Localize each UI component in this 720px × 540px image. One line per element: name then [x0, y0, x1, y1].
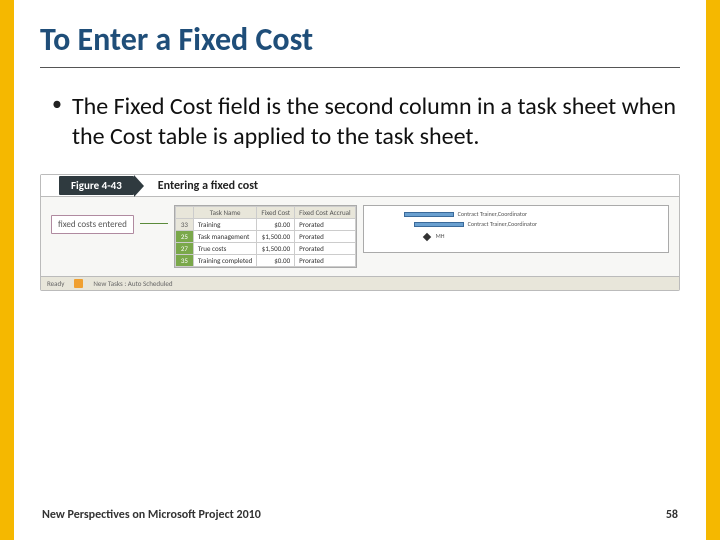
callout-connector [140, 223, 168, 224]
footer-book-title: New Perspectives on Microsoft Project 20… [42, 508, 261, 522]
table-row: 33 Training $0.00 Prorated [175, 219, 355, 231]
callout-label: fixed costs entered [51, 215, 134, 234]
cell-cost: $1,500.00 [257, 243, 295, 255]
right-accent-stripe [706, 0, 720, 540]
col-fixedcost: Fixed Cost [257, 207, 295, 219]
cell-cost: $0.00 [257, 255, 295, 267]
row-num: 33 [175, 219, 193, 231]
col-rownum [175, 207, 193, 219]
figure-body: fixed costs entered Task Name Fixed Cost… [41, 197, 679, 276]
table-row: 27 True costs $1,500.00 Prorated [175, 243, 355, 255]
gantt-bar [404, 212, 454, 217]
footer-page-number: 58 [666, 508, 678, 522]
gantt-resource-label: Contract Trainer,Coordinator [458, 210, 527, 218]
bullet-text: The Fixed Cost field is the second colum… [72, 92, 680, 152]
table-row: 25 Task management $1,500.00 Prorated [175, 231, 355, 243]
cell-name: True costs [193, 243, 256, 255]
col-taskname: Task Name [193, 207, 256, 219]
cell-cost: $0.00 [257, 219, 295, 231]
gantt-chart: Contract Trainer,Coordinator Contract Tr… [363, 205, 669, 253]
bullet-item: • The Fixed Cost field is the second col… [52, 92, 680, 152]
gantt-milestone-label: MH [436, 232, 445, 240]
gantt-bar [414, 222, 464, 227]
figure-badge-tail [134, 175, 144, 197]
task-mode-icon [74, 279, 83, 288]
status-task-mode: New Tasks : Auto Scheduled [93, 279, 172, 288]
cell-accrual: Prorated [295, 219, 355, 231]
slide-footer: New Perspectives on Microsoft Project 20… [42, 508, 678, 522]
cell-accrual: Prorated [295, 255, 355, 267]
figure-number-badge: Figure 4-43 [59, 176, 134, 195]
slide-title: To Enter a Fixed Cost [40, 20, 680, 68]
cell-accrual: Prorated [295, 243, 355, 255]
row-num: 35 [175, 255, 193, 267]
cell-name: Training [193, 219, 256, 231]
row-num: 27 [175, 243, 193, 255]
gantt-milestone-icon [422, 233, 430, 241]
figure-container: Figure 4-43 Entering a fixed cost fixed … [40, 174, 680, 291]
figure-header: Figure 4-43 Entering a fixed cost [41, 175, 679, 197]
status-ready: Ready [47, 279, 64, 288]
left-accent-stripe [0, 0, 14, 540]
col-accrual: Fixed Cost Accrual [295, 207, 355, 219]
cost-table: Task Name Fixed Cost Fixed Cost Accrual … [174, 205, 357, 268]
gantt-resource-label: Contract Trainer,Coordinator [468, 220, 537, 228]
status-bar: Ready New Tasks : Auto Scheduled [41, 276, 679, 290]
table-row: 35 Training completed $0.00 Prorated [175, 255, 355, 267]
cell-accrual: Prorated [295, 231, 355, 243]
bullet-marker: • [52, 92, 62, 152]
table-header-row: Task Name Fixed Cost Fixed Cost Accrual [175, 207, 355, 219]
cell-name: Training completed [193, 255, 256, 267]
slide-content: To Enter a Fixed Cost • The Fixed Cost f… [40, 20, 680, 520]
cell-cost: $1,500.00 [257, 231, 295, 243]
figure-caption: Entering a fixed cost [158, 179, 258, 193]
cell-name: Task management [193, 231, 256, 243]
row-num: 25 [175, 231, 193, 243]
